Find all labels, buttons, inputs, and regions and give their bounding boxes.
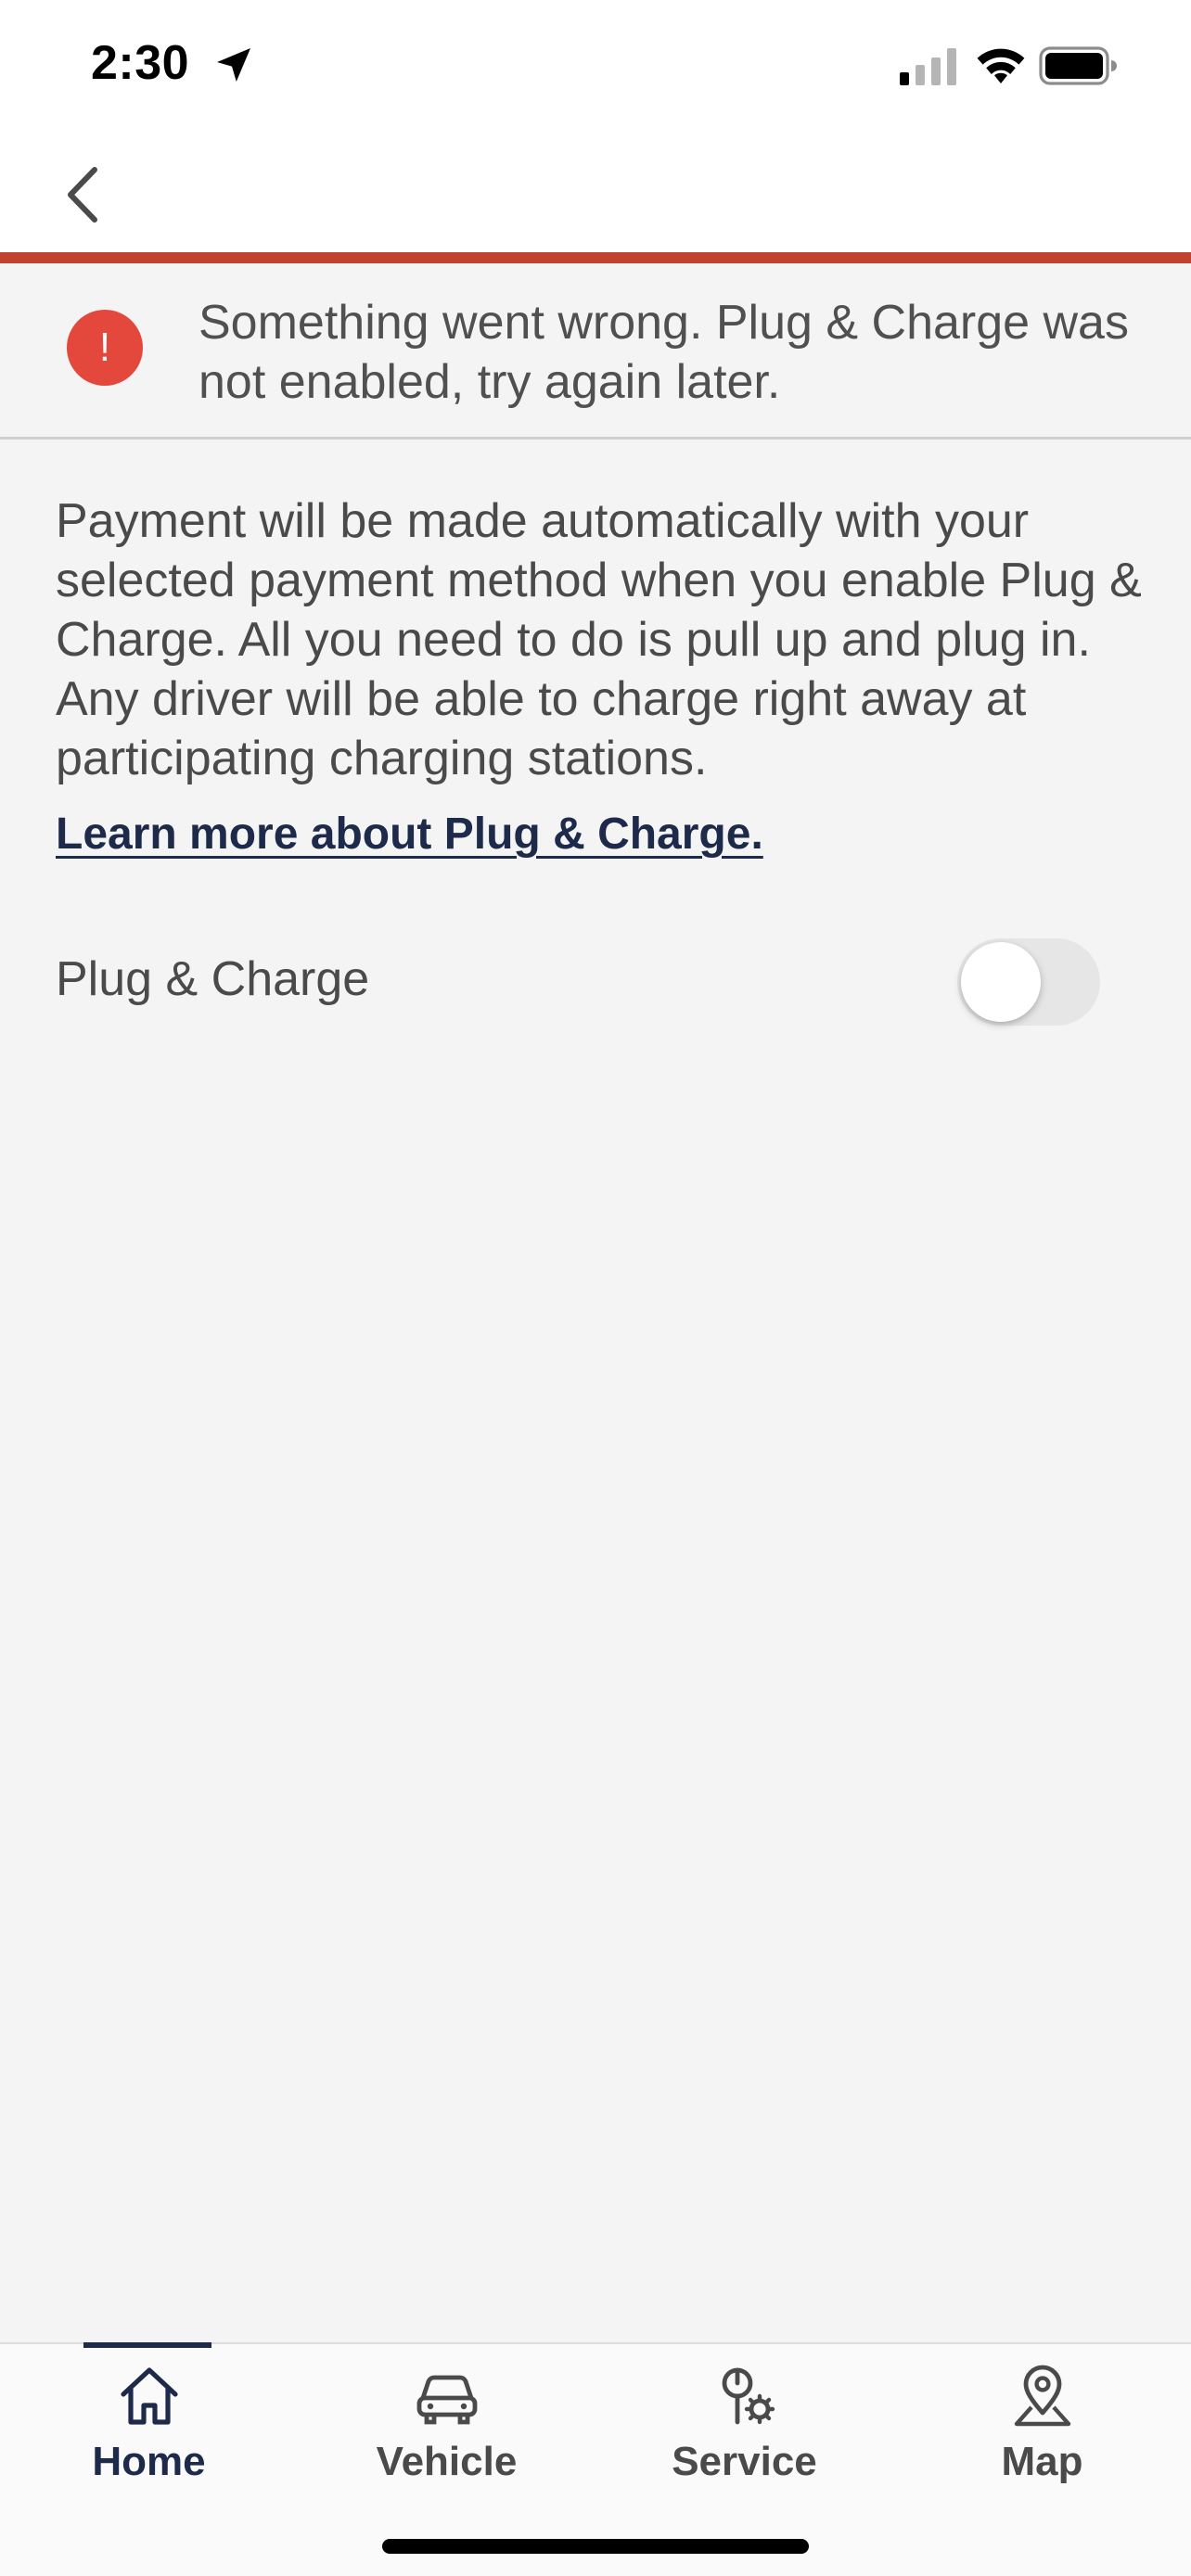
header-accent-rule [0,252,1191,263]
map-pin-icon [1014,2365,1070,2427]
error-alert-icon: ! [67,310,143,386]
tab-service-label: Service [672,2439,817,2484]
tab-map-label: Map [1001,2439,1083,2484]
status-bar: 2:30 [0,0,1191,139]
back-button[interactable] [46,158,121,232]
battery-icon [1039,46,1117,85]
car-icon [416,2375,477,2425]
nav-header [0,139,1191,252]
toggle-knob [961,942,1041,1022]
tab-home-label: Home [92,2439,206,2484]
chevron-left-icon [68,167,97,223]
location-arrow-icon [217,48,250,82]
tab-service[interactable]: Service [596,2344,893,2511]
plug-charge-toggle-label: Plug & Charge [56,952,370,1006]
wifi-icon [977,48,1025,83]
plug-charge-toggle-row: Plug & Charge [0,927,1191,1039]
plug-and-charge-screen: 2:30 ! Something went wrong. Plug & Char… [0,0,1191,2576]
tab-home[interactable]: Home [0,2344,298,2511]
service-icon [722,2367,775,2425]
learn-more-link[interactable]: Learn more about Plug & Charge. [56,809,763,860]
home-icon [120,2367,178,2425]
plug-charge-toggle[interactable] [957,938,1100,1026]
status-time: 2:30 [91,36,190,90]
tab-vehicle[interactable]: Vehicle [298,2344,596,2511]
plug-charge-description: Payment will be made automatically with … [56,494,1142,785]
tab-vehicle-label: Vehicle [376,2439,518,2484]
cellular-signal-icon [900,48,956,85]
error-message: Something went wrong. Plug & Charge was … [198,296,1129,409]
tab-map[interactable]: Map [893,2344,1191,2511]
error-banner: ! Something went wrong. Plug & Charge wa… [0,263,1191,440]
home-indicator-bar [382,2539,809,2554]
